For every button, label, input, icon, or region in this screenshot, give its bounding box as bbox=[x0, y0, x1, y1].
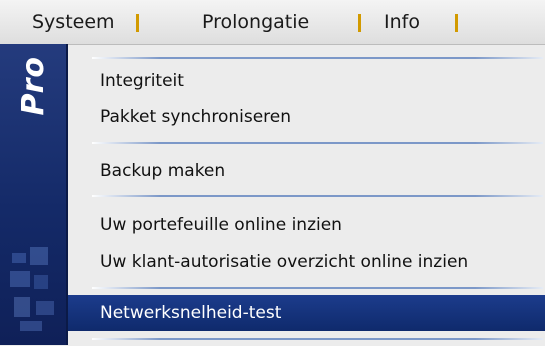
menu-item-klant-autorisatie-online[interactable]: Uw klant-autorisatie overzicht online in… bbox=[68, 244, 545, 280]
sidebar-brand-logo: Pro bbox=[0, 52, 66, 132]
menu-divider bbox=[92, 338, 543, 340]
menu-divider bbox=[92, 57, 543, 59]
menu-divider bbox=[92, 195, 543, 197]
menu-bar: Systeem Prolongatie Info bbox=[0, 0, 545, 45]
sidebar-decoration-icon bbox=[10, 247, 54, 331]
menu-sidebar: Pro bbox=[0, 44, 68, 345]
menu-separator bbox=[455, 14, 458, 32]
menu-item-integriteit[interactable]: Integriteit bbox=[68, 63, 545, 99]
menu-prolongatie[interactable]: Prolongatie bbox=[202, 0, 309, 44]
menu-info[interactable]: Info bbox=[384, 0, 420, 44]
menu-systeem[interactable]: Systeem bbox=[32, 0, 115, 44]
menu-item-portefeuille-online[interactable]: Uw portefeuille online inzien bbox=[68, 207, 545, 243]
menu-item-backup-maken[interactable]: Backup maken bbox=[68, 153, 545, 189]
sidebar-brand-text: Pro bbox=[16, 56, 51, 116]
menu-separator bbox=[136, 14, 139, 32]
menu-separator bbox=[358, 14, 361, 32]
menu-item-pakket-synchroniseren[interactable]: Pakket synchroniseren bbox=[68, 99, 545, 135]
menu-divider bbox=[92, 287, 543, 289]
menu-item-netwerksnelheid-test[interactable]: Netwerksnelheid-test bbox=[68, 295, 545, 331]
menu-divider bbox=[92, 142, 543, 144]
